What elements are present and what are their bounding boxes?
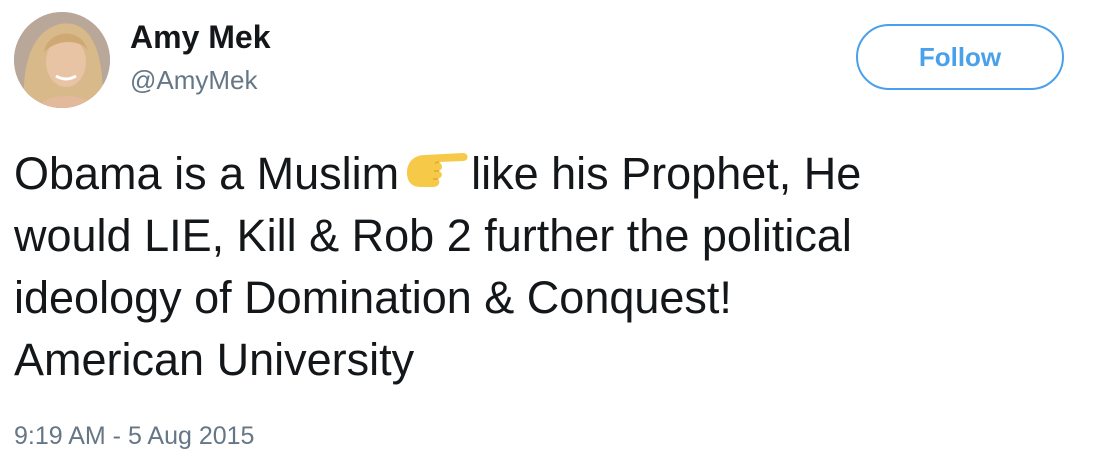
avatar[interactable] xyxy=(14,12,110,108)
tweet-timestamp[interactable]: 9:19 AM - 5 Aug 2015 xyxy=(14,420,254,452)
tweet-text-segment: Obama is a Muslim xyxy=(14,148,400,199)
tweet-text-line: American University xyxy=(14,334,415,385)
tweet-text: Obama is a Muslim like his Prophet, He w… xyxy=(14,143,1086,391)
tweet-text-line: would LIE, Kill & Rob 2 further the poli… xyxy=(14,210,852,261)
user-handle[interactable]: @AmyMek xyxy=(130,64,258,96)
avatar-photo-icon xyxy=(14,12,110,108)
pointing-right-hand-icon xyxy=(403,147,469,195)
tweet-card: Amy Mek @AmyMek Follow Obama is a Muslim… xyxy=(0,0,1100,472)
display-name[interactable]: Amy Mek xyxy=(130,18,271,56)
tweet-text-segment: like his Prophet, He xyxy=(471,148,862,199)
tweet-text-line: Obama is a Muslim like his Prophet, He xyxy=(14,143,1086,205)
tweet-text-line: ideology of Domination & Conquest! xyxy=(14,272,732,323)
follow-button[interactable]: Follow xyxy=(856,24,1064,90)
